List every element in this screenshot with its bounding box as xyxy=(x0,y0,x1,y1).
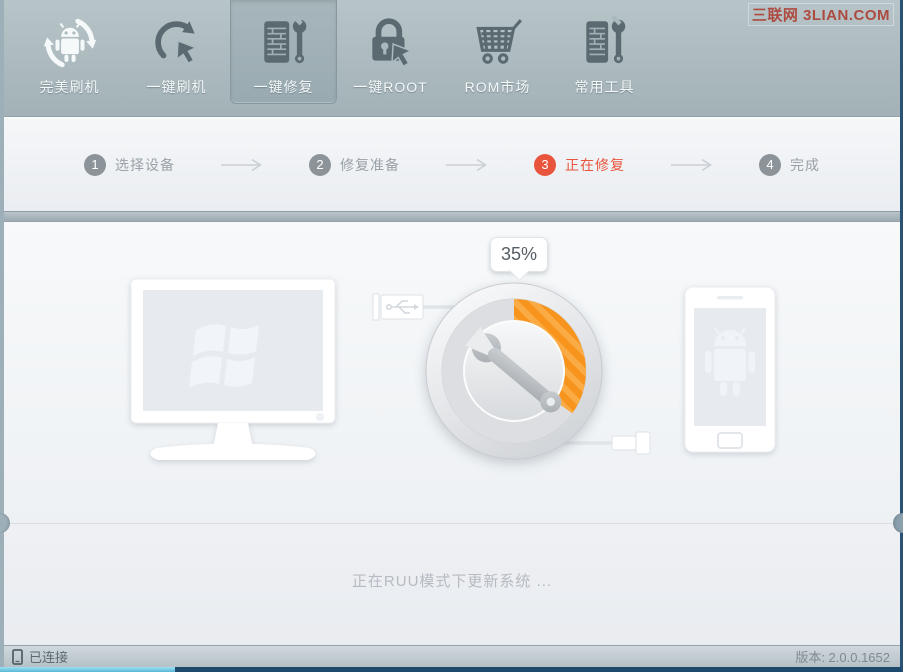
app-window: 完美刷机 一键刷机 一键修复 一键ROOT ROM市场 常用工具 三联网 3LI… xyxy=(0,0,903,672)
status-message-panel: 正在RUU模式下更新系统 ... xyxy=(0,513,903,645)
android-phone-illustration xyxy=(684,286,776,453)
android-logo-icon xyxy=(41,13,99,73)
one-key-root-icon xyxy=(364,13,418,73)
phone-connected-icon xyxy=(12,648,23,665)
nav-label: 常用工具 xyxy=(574,79,635,95)
repair-scene: 35% xyxy=(4,222,900,523)
progress-percent: 35% xyxy=(500,244,538,264)
main-toolbar: 完美刷机 一键刷机 一键修复 一键ROOT ROM市场 常用工具 三联网 3LI… xyxy=(4,0,900,117)
computer-monitor-illustration xyxy=(130,278,336,460)
divider-notch-right xyxy=(893,513,903,533)
nav-label: 完美刷机 xyxy=(39,79,100,95)
step-label: 完成 xyxy=(790,156,820,173)
step-number: 1 xyxy=(84,153,106,176)
step-repairing: 3 正在修复 xyxy=(534,153,625,176)
step-repair-prepare: 2 修复准备 xyxy=(309,153,400,176)
step-select-device: 1 选择设备 xyxy=(84,153,175,176)
step-number: 3 xyxy=(534,153,556,176)
connection-status: 已连接 xyxy=(12,647,68,666)
nav-item-one-key-root[interactable]: 一键ROOT xyxy=(337,0,444,117)
version-label: 版本: 2.0.0.1652 xyxy=(795,650,890,665)
progress-tooltip: 35% xyxy=(490,237,548,272)
common-tools-icon xyxy=(580,13,630,73)
repair-progress-gauge xyxy=(425,282,603,460)
nav-label: 一键刷机 xyxy=(146,79,207,95)
step-arrow-icon xyxy=(219,158,265,172)
status-bar: 已连接 版本: 2.0.0.1652 xyxy=(4,645,900,667)
separator-band xyxy=(4,211,900,222)
nav-item-app-logo[interactable]: 完美刷机 xyxy=(16,0,123,117)
nav-label: ROM市场 xyxy=(464,79,531,95)
nav-item-one-key-flash[interactable]: 一键刷机 xyxy=(123,0,230,117)
nav-item-rom-market[interactable]: ROM市场 xyxy=(444,0,551,117)
watermark: 三联网 3LIAN.COM xyxy=(747,3,894,26)
status-message: 正在RUU模式下更新系统 ... xyxy=(351,573,553,590)
step-label: 正在修复 xyxy=(565,156,625,173)
connection-label: 已连接 xyxy=(29,650,69,665)
step-finish: 4 完成 xyxy=(759,153,820,176)
nav-label: 一键ROOT xyxy=(353,79,428,95)
bottom-accent-strip xyxy=(0,667,175,672)
step-number: 2 xyxy=(309,153,331,176)
step-arrow-icon xyxy=(669,158,715,172)
step-arrow-icon xyxy=(444,158,490,172)
rom-market-cart-icon xyxy=(470,13,526,73)
step-number: 4 xyxy=(759,153,781,176)
nav-item-common-tools[interactable]: 常用工具 xyxy=(551,0,658,117)
step-label: 修复准备 xyxy=(340,156,400,173)
one-key-flash-icon xyxy=(150,13,204,73)
step-label: 选择设备 xyxy=(115,156,175,173)
nav-label: 一键修复 xyxy=(253,79,314,95)
nav-item-one-key-repair[interactable]: 一键修复 xyxy=(230,0,337,104)
steps-bar: 1 选择设备 2 修复准备 3 正在修复 4 完成 xyxy=(4,117,900,211)
one-key-repair-icon xyxy=(257,13,311,73)
